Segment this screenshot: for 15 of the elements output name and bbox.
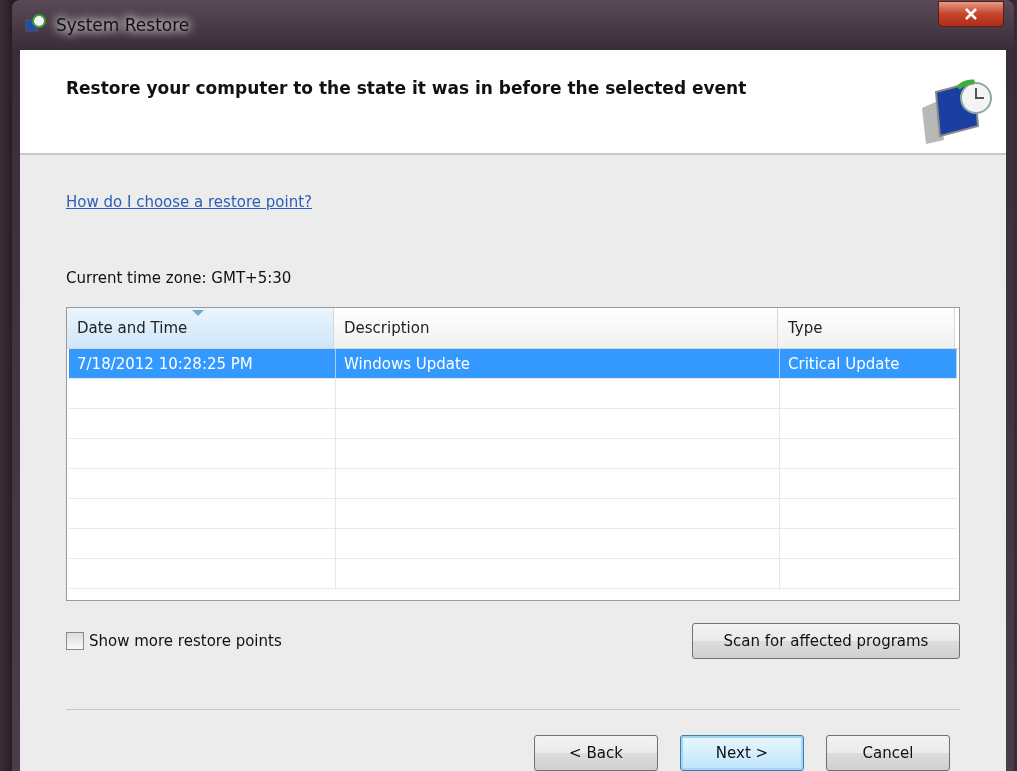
column-header[interactable]: Type <box>778 308 955 348</box>
help-link[interactable]: How do I choose a restore point? <box>66 193 313 211</box>
window-title: System Restore <box>56 15 191 35</box>
close-button[interactable] <box>938 1 1004 27</box>
column-header[interactable]: Description <box>334 308 778 348</box>
close-icon <box>965 8 977 20</box>
dialog-button[interactable]: < Back <box>534 735 658 771</box>
dialog-button[interactable]: Next > <box>680 735 804 771</box>
column-header[interactable]: Date and Time <box>67 308 334 348</box>
time-zone-label: Current time zone: GMT+5:30 <box>66 269 292 287</box>
header-title: Restore your computer to the state it was in before the selected event <box>66 78 747 98</box>
show-more-checkbox[interactable]: Show more restore points <box>66 632 282 650</box>
scan-button[interactable]: Scan for affected programs <box>692 623 960 659</box>
dialog-button[interactable]: Cancel <box>826 735 950 771</box>
sort-arrow-icon <box>192 310 204 316</box>
